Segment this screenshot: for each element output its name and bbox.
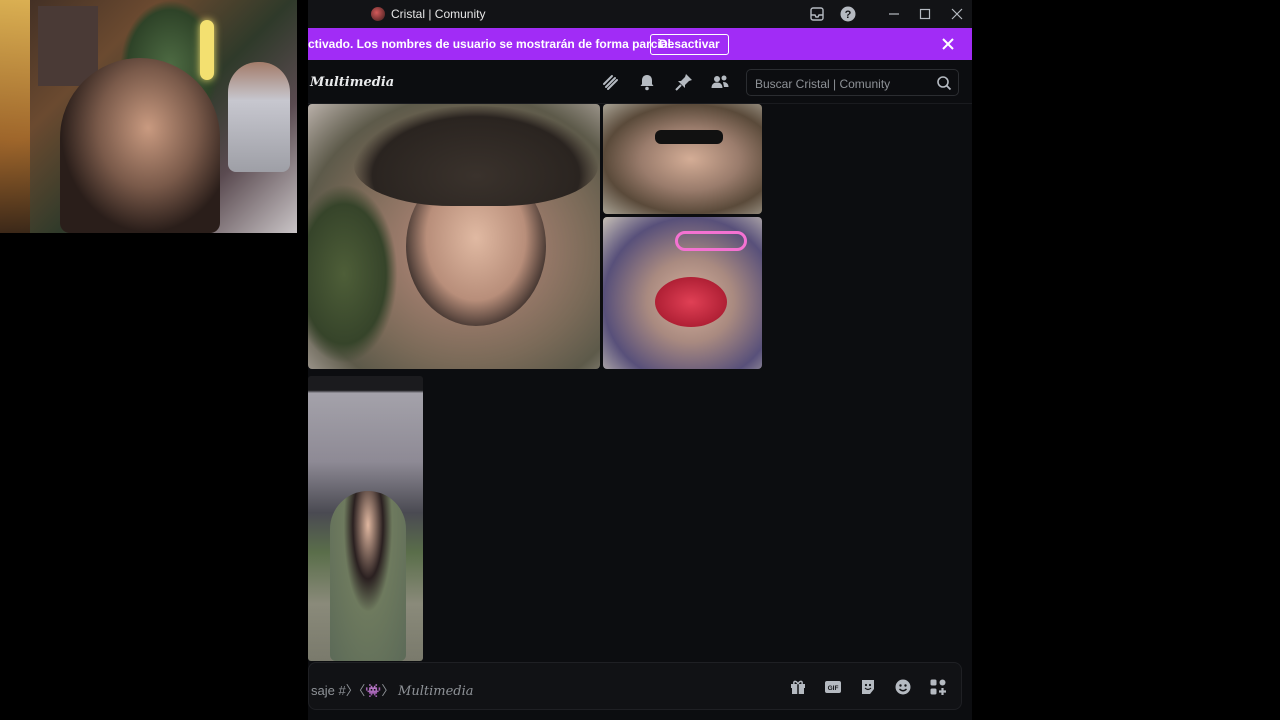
media-sunglasses-video[interactable] xyxy=(603,104,762,214)
svg-text:?: ? xyxy=(845,9,852,21)
apps-icon[interactable] xyxy=(929,678,947,696)
banner-text: ctivado. Los nombres de usuario se mostr… xyxy=(308,37,675,51)
sunglasses xyxy=(655,130,723,144)
window-title: Cristal | Comunity xyxy=(391,7,486,21)
composer-placeholder: saje #〉〈👾〉 Multimedia xyxy=(311,680,474,699)
neon-light xyxy=(200,20,214,80)
streamer xyxy=(60,58,220,233)
close-window-icon[interactable] xyxy=(948,5,966,23)
sticker-icon[interactable] xyxy=(859,678,877,696)
lamp xyxy=(0,0,30,233)
threads-icon[interactable] xyxy=(600,72,620,92)
channel-title: Multimedia xyxy=(310,75,395,90)
gift-icon[interactable] xyxy=(789,678,807,696)
media-cowboy-hat-video[interactable] xyxy=(308,104,600,369)
pink-sunglasses xyxy=(675,231,747,251)
lips-filter xyxy=(655,277,727,327)
svg-text:GIF: GIF xyxy=(828,685,839,692)
members-icon[interactable] xyxy=(710,72,730,92)
inbox-icon[interactable] xyxy=(808,5,826,23)
plant-leaf xyxy=(308,184,398,364)
app-icon xyxy=(371,7,385,21)
pin-icon[interactable] xyxy=(674,72,694,92)
message-composer[interactable]: saje #〉〈👾〉 Multimedia GIF xyxy=(308,662,962,710)
placeholder-channel: Multimedia xyxy=(398,684,474,699)
channel-header: Multimedia Buscar Cristal | Comunity xyxy=(308,60,972,104)
media-phone-screenshot-video[interactable] xyxy=(308,376,423,661)
placeholder-prefix: saje #〉〈👾〉 xyxy=(311,683,395,698)
gif-icon[interactable]: GIF xyxy=(824,678,842,696)
webcam-overlay xyxy=(0,0,297,233)
cowboy-hat xyxy=(354,106,598,206)
search-icon[interactable] xyxy=(936,75,952,91)
close-icon[interactable] xyxy=(940,36,956,52)
person-figure xyxy=(330,491,406,661)
notice-banner: ctivado. Los nombres de usuario se mostr… xyxy=(308,28,972,60)
doll xyxy=(228,62,290,172)
wall-poster xyxy=(38,6,98,86)
deactivate-button[interactable]: Desactivar xyxy=(650,34,729,55)
bell-icon[interactable] xyxy=(637,72,657,92)
minimize-icon[interactable] xyxy=(885,5,903,23)
search-input[interactable]: Buscar Cristal | Comunity xyxy=(746,69,959,96)
title-bar: Cristal | Comunity ? xyxy=(308,0,972,28)
search-placeholder: Buscar Cristal | Comunity xyxy=(755,77,891,91)
help-icon[interactable]: ? xyxy=(839,5,857,23)
app-window: Cristal | Comunity ? ctivado. Los nombre… xyxy=(308,0,972,720)
emoji-icon[interactable] xyxy=(894,678,912,696)
maximize-icon[interactable] xyxy=(916,5,934,23)
media-big-lips-video[interactable] xyxy=(603,217,762,369)
